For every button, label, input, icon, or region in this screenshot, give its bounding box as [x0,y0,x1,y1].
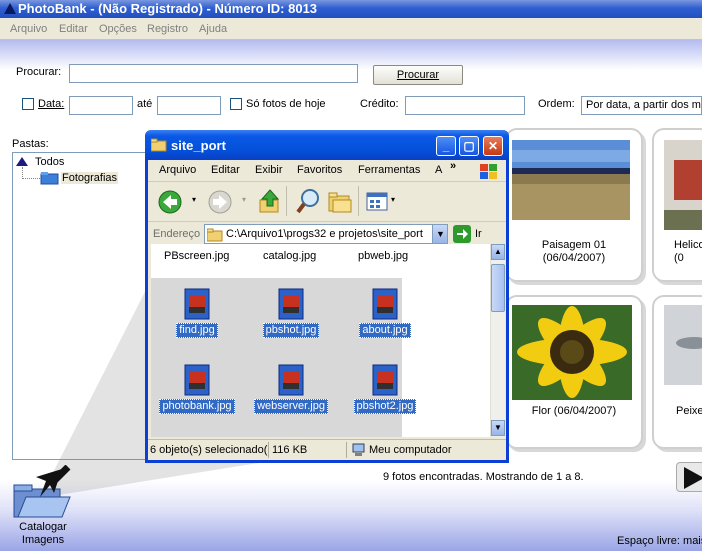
explorer-menu-favoritos[interactable]: Favoritos [297,164,342,176]
minimize-button[interactable]: _ [436,136,456,156]
file-item-selected[interactable]: webserver.jpg [248,364,334,414]
explorer-menu-bar: Arquivo Editar Exibir Favoritos Ferramen… [148,160,506,182]
file-name: photobank.jpg [159,399,235,414]
status-size: 116 KB [272,444,308,456]
status-location: Meu computador [369,444,452,456]
image-file-icon [184,288,210,320]
explorer-menu-ajuda[interactable]: A [435,164,442,176]
file-item[interactable]: catalog.jpg [263,250,316,262]
image-file-icon [184,364,210,396]
address-dropdown-icon[interactable]: ▼ [432,225,447,243]
maximize-button[interactable]: ▢ [459,136,479,156]
folders-icon[interactable] [328,190,354,214]
file-name: pbshot2.jpg [353,399,417,414]
toolbar-separator [358,186,359,216]
address-input[interactable]: C:\Arquivo1\progs32 e projetos\site_port… [204,224,448,244]
views-icon[interactable] [366,192,390,212]
address-bar: Endereço C:\Arquivo1\progs32 e projetos\… [148,223,506,245]
scroll-down-icon[interactable]: ▼ [491,420,505,436]
up-folder-icon[interactable] [258,188,282,216]
file-name: find.jpg [176,323,218,338]
explorer-menu-ferramentas[interactable]: Ferramentas [358,164,420,176]
folder-icon [151,138,167,152]
image-file-icon [372,288,398,320]
scroll-thumb[interactable] [491,264,505,312]
explorer-title-bar[interactable]: site_port _ ▢ ✕ [145,130,509,160]
address-label: Endereço [153,228,201,240]
status-selected: 6 objeto(s) selecionado( [150,444,268,456]
windows-logo-icon [480,164,497,179]
file-item-selected[interactable]: about.jpg [342,288,428,338]
image-file-icon [278,288,304,320]
catalog-images-button[interactable]: Catalogar Imagens [6,465,76,549]
status-divider [346,442,347,458]
close-button[interactable]: ✕ [483,136,503,156]
search-icon[interactable] [296,188,322,216]
scroll-up-icon[interactable]: ▲ [491,244,505,260]
file-name: pbshot.jpg [262,323,320,338]
cursor-arrow-icon [36,465,71,497]
explorer-menu-arquivo[interactable]: Arquivo [159,164,196,176]
computer-icon [352,443,365,456]
menu-overflow-icon[interactable]: » [450,160,456,172]
file-item[interactable]: PBscreen.jpg [164,250,229,262]
go-arrow-icon[interactable] [453,225,471,243]
catalog-images-label: Catalogar Imagens [19,521,67,546]
explorer-status-bar: 6 objeto(s) selecionado( 116 KB Meu comp… [148,439,506,460]
file-name: about.jpg [359,323,411,338]
forward-dropdown-icon[interactable]: ▾ [242,195,246,204]
back-dropdown-icon[interactable]: ▾ [192,195,196,204]
toolbar-separator [286,186,287,216]
file-view[interactable]: PBscreen.jpg catalog.jpg pbweb.jpg find.… [151,244,491,437]
explorer-menu-exibir[interactable]: Exibir [255,164,283,176]
file-item-selected[interactable]: pbshot.jpg [248,288,334,338]
go-label[interactable]: Ir [475,228,482,240]
status-divider [268,442,269,458]
forward-icon[interactable] [208,190,234,216]
file-item-selected[interactable]: find.jpg [154,288,240,338]
back-icon[interactable] [158,190,184,216]
file-name: webserver.jpg [254,399,328,414]
vertical-scrollbar[interactable]: ▲ ▼ [490,244,505,437]
explorer-title: site_port [171,138,226,153]
image-file-icon [372,364,398,396]
file-item-selected[interactable]: photobank.jpg [154,364,240,414]
views-dropdown-icon[interactable]: ▾ [391,195,395,204]
image-file-icon [278,364,304,396]
file-item-selected[interactable]: pbshot2.jpg [342,364,428,414]
file-item[interactable]: pbweb.jpg [358,250,408,262]
folder-icon [207,228,223,242]
explorer-menu-editar[interactable]: Editar [211,164,240,176]
explorer-toolbar: ▾ ▾ ▾ [148,182,506,222]
